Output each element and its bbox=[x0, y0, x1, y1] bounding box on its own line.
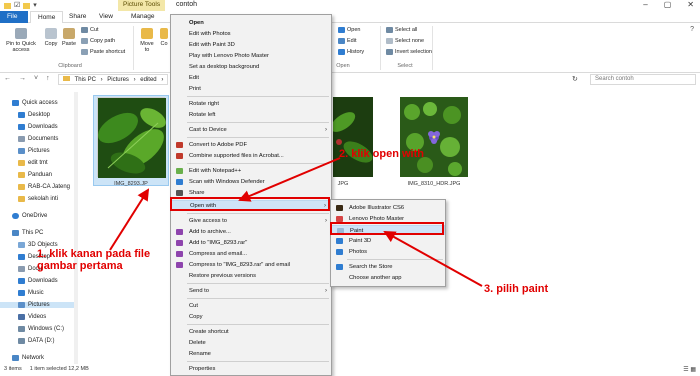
arrow-step2 bbox=[238, 157, 341, 202]
annotation-step2: 2. klik open with bbox=[339, 148, 424, 160]
arrow-step1 bbox=[109, 188, 150, 251]
annotation-step1: 1. klik kanan pada file gambar pertama bbox=[37, 248, 151, 272]
arrow-step3 bbox=[383, 231, 483, 287]
annotation-arrows bbox=[109, 157, 483, 287]
annotation-step3: 3. pilih paint bbox=[484, 283, 549, 295]
